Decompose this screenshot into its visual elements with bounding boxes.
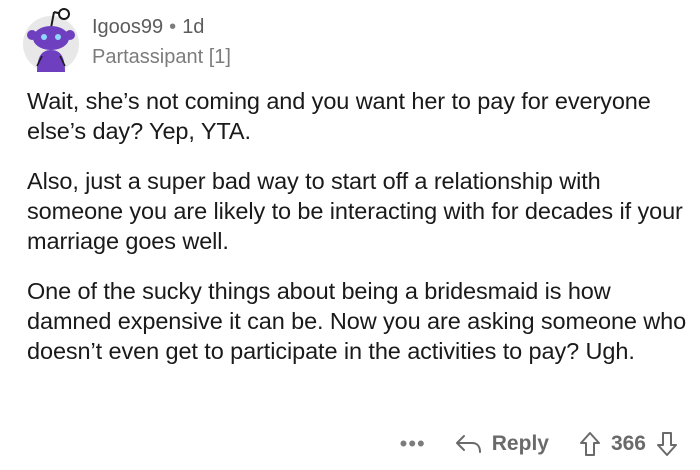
vote-score: 366: [610, 432, 646, 455]
meta-separator: •: [169, 16, 177, 38]
comment-paragraph: One of the sucky things about being a br…: [27, 278, 687, 364]
comment-paragraph: Also, just a super bad way to start off …: [27, 168, 683, 254]
comment-age: 1d: [182, 16, 205, 38]
comment-paragraph: Wait, she’s not coming and you want her …: [27, 88, 651, 144]
reply-arrow-icon: [455, 435, 481, 453]
reply-button[interactable]: Reply: [454, 432, 549, 456]
snoo-avatar-icon: [23, 8, 79, 72]
comment-header: Igoos99 • 1d Partassipant [1]: [22, 2, 231, 74]
upvote-arrow-icon[interactable]: [579, 431, 601, 457]
comment: Igoos99 • 1d Partassipant [1] Wait, she’s …: [0, 0, 700, 470]
more-options-button[interactable]: •••: [400, 433, 426, 455]
downvote-arrow-icon[interactable]: [656, 431, 678, 457]
comment-actions: ••• Reply 366: [400, 424, 678, 464]
comment-meta: Igoos99 • 1d Partassipant [1]: [92, 15, 231, 69]
user-avatar[interactable]: [22, 2, 80, 74]
username[interactable]: Igoos99: [92, 16, 163, 38]
meta-line: Igoos99 • 1d: [92, 15, 231, 39]
user-flair: Partassipant [1]: [92, 46, 231, 68]
comment-body: Wait, she’s not coming and you want her …: [27, 86, 687, 386]
vote-controls: 366: [579, 431, 678, 457]
reply-label: Reply: [491, 432, 549, 455]
